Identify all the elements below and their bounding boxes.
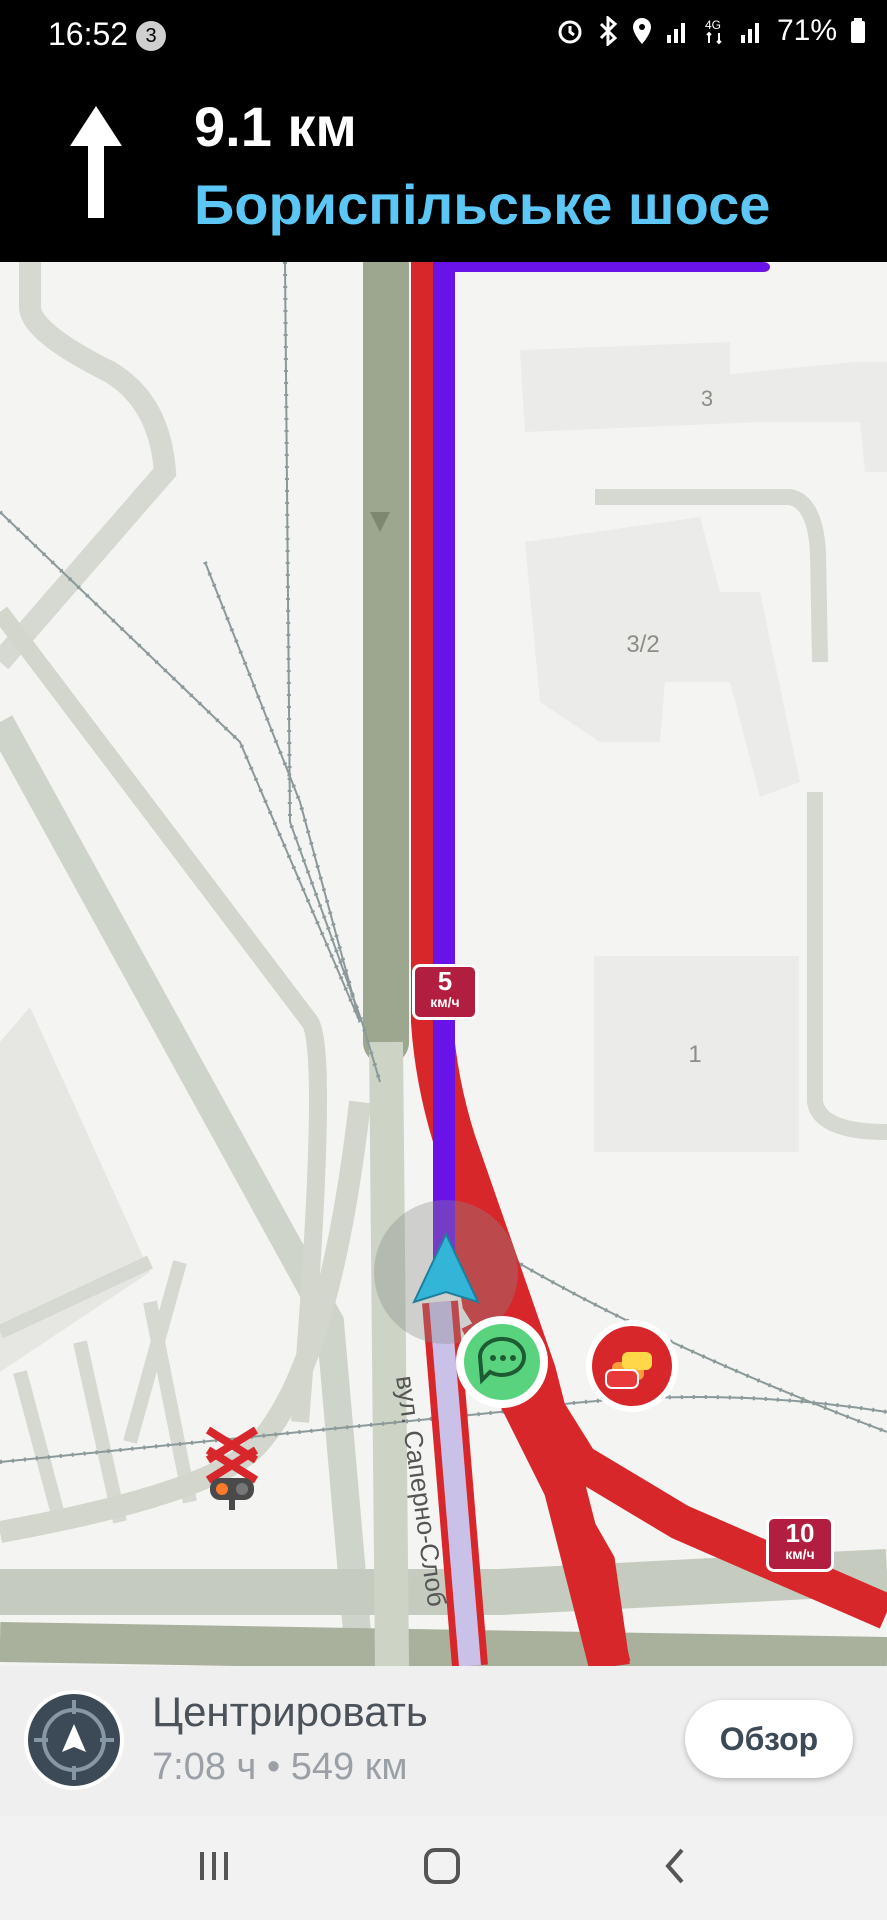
bottom-panel: Центрировать 7:08 ч • 549 км Обзор — [0, 1666, 887, 1816]
signal-icon — [740, 23, 759, 43]
alarm-icon — [558, 20, 582, 44]
signal-icon — [666, 23, 685, 43]
map-view[interactable]: 3 3/2 1 вул. Саперно-Слоб 5 км/ч 10 км/ч — [0, 262, 887, 1666]
building-label: 3/2 — [626, 631, 659, 658]
location-icon — [632, 18, 651, 44]
building-label: 3 — [701, 386, 713, 411]
status-icons: 4G 71% — [555, 14, 867, 48]
chat-report-icon[interactable] — [456, 1316, 548, 1408]
speed-unit: км/ч — [785, 1546, 815, 1562]
status-time: 16:52 — [48, 16, 129, 52]
speed-value: 5 — [437, 966, 453, 996]
eta-summary: 7:08 ч • 549 км — [152, 1746, 408, 1788]
traffic-jam-report-icon[interactable] — [586, 1320, 678, 1412]
overview-button[interactable]: Обзор — [685, 1700, 853, 1778]
nav-distance: 9.1 км — [194, 95, 357, 158]
4g-icon: 4G — [705, 18, 722, 45]
battery-percent: 71% — [776, 14, 837, 47]
nav-instruction-banner[interactable]: 9.1 км Бориспільське шосе — [0, 72, 887, 262]
recenter-label[interactable]: Центрировать — [152, 1688, 428, 1736]
system-navigation-bar — [0, 1816, 887, 1920]
recent-apps-icon[interactable] — [194, 1846, 234, 1886]
speed-unit: км/ч — [430, 994, 460, 1010]
speed-limit-badge: 10 км/ч — [766, 1516, 834, 1572]
recenter-button[interactable] — [24, 1690, 124, 1790]
svg-text:4G: 4G — [705, 18, 721, 32]
home-icon[interactable] — [422, 1846, 462, 1886]
speed-limit-badge: 5 км/ч — [412, 964, 478, 1020]
recenter-icon — [34, 1700, 114, 1780]
building-3-2 — [525, 517, 800, 797]
battery-icon — [851, 18, 865, 43]
notification-badge: 3 — [136, 21, 166, 51]
status-bar: 16:52 3 4G 71% — [0, 0, 887, 72]
straight-arrow-icon — [70, 106, 122, 218]
building-label: 1 — [688, 1041, 701, 1068]
speed-value: 10 — [785, 1518, 815, 1548]
bluetooth-icon — [599, 16, 618, 46]
back-icon[interactable] — [656, 1846, 696, 1886]
nav-street-name: Бориспільське шосе — [194, 173, 771, 236]
